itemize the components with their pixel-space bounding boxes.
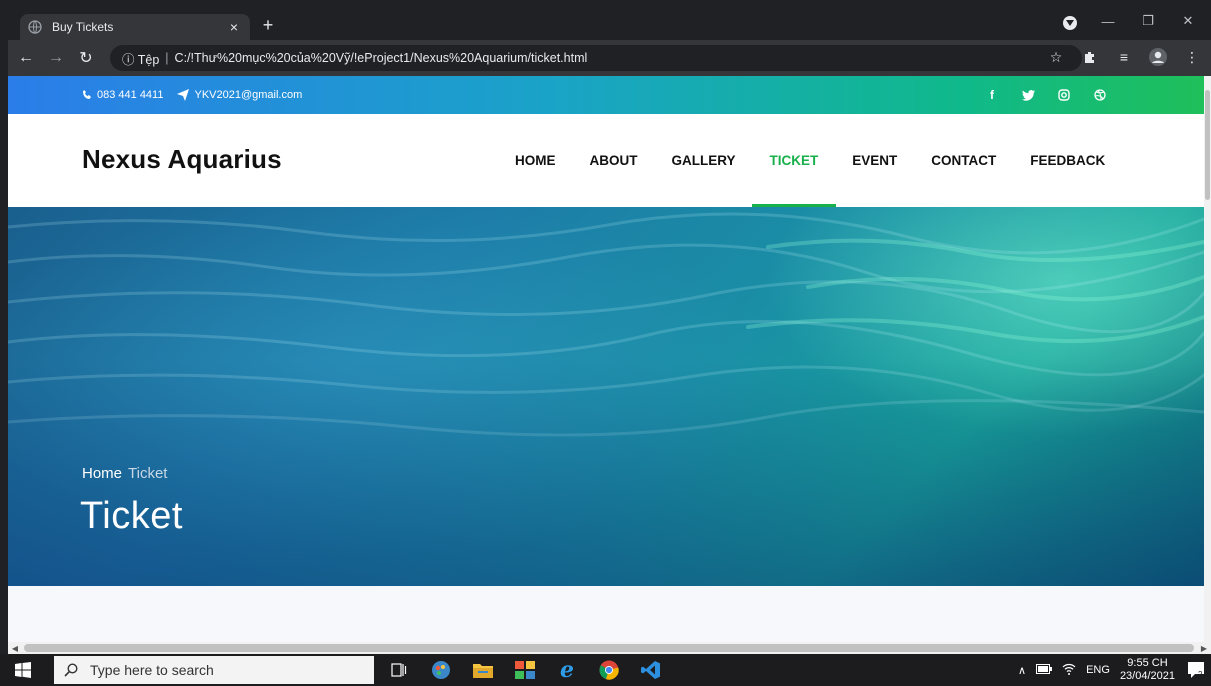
breadcrumb-current: Ticket — [128, 465, 168, 482]
back-icon[interactable]: ← — [14, 46, 38, 70]
notification-count: 2 — [1198, 670, 1203, 679]
page-title: Ticket — [80, 495, 183, 537]
close-window-icon[interactable]: ✕ — [1168, 8, 1208, 34]
nav-event[interactable]: EVENT — [852, 114, 897, 207]
email-address: YKV2021@gmail.com — [194, 89, 303, 101]
new-tab-button[interactable]: + — [258, 14, 278, 36]
bookmark-star-icon[interactable]: ☆ — [1045, 46, 1067, 68]
contact-bar: 083 441 4411 YKV2021@gmail.com f — [8, 76, 1204, 114]
nav-ticket[interactable]: TICKET — [751, 114, 836, 207]
tab-title: Buy Tickets — [52, 20, 114, 34]
windows-start-icon[interactable] — [0, 654, 46, 686]
vscode-icon[interactable] — [640, 659, 662, 681]
nav-feedback[interactable]: FEEDBACK — [1030, 114, 1105, 207]
site-header: Nexus Aquarius HOME ABOUT GALLERY TICKET… — [8, 114, 1204, 207]
main-nav: HOME ABOUT GALLERY TICKET EVENT CONTACT … — [498, 114, 1122, 207]
task-view-icon[interactable] — [388, 659, 410, 681]
phone-number: 083 441 4411 — [97, 89, 164, 101]
address-separator: | — [165, 51, 169, 65]
hero-banner: Home Ticket Ticket — [8, 207, 1204, 586]
horizontal-scroll-thumb[interactable] — [24, 644, 1194, 652]
nav-about[interactable]: ABOUT — [590, 114, 638, 207]
hero-shade — [8, 207, 1204, 586]
sticky-notes-icon[interactable] — [514, 659, 536, 681]
paint-app-icon[interactable] — [430, 659, 452, 681]
notification-icon[interactable]: 2 — [1185, 659, 1207, 681]
wifi-icon[interactable] — [1062, 663, 1076, 678]
breadcrumb: Home Ticket — [82, 465, 167, 482]
nav-contact[interactable]: CONTACT — [931, 114, 996, 207]
facebook-icon[interactable]: f — [983, 86, 1001, 104]
forward-icon[interactable]: → — [44, 46, 68, 70]
taskbar-apps: e — [388, 654, 662, 686]
phone-icon — [83, 90, 91, 99]
vertical-scrollbar[interactable] — [1204, 76, 1211, 642]
windows-taskbar: Type here to search e ∧ ENG 9:55 CH 23/0… — [0, 654, 1211, 686]
search-placeholder: Type here to search — [90, 662, 214, 678]
browser-tabstrip: Buy Tickets × + — ❐ ✕ — [8, 8, 1211, 40]
tab-close-icon[interactable]: × — [226, 19, 242, 35]
toolbar-actions: ☆ ≡ ⋮ — [1045, 46, 1203, 68]
scroll-right-icon[interactable]: ▶ — [1197, 642, 1211, 654]
email-item[interactable]: YKV2021@gmail.com — [177, 89, 302, 101]
chrome-menu-dot-icon[interactable] — [1063, 16, 1077, 30]
internet-explorer-icon[interactable]: e — [556, 657, 578, 683]
page-viewport: 083 441 4411 YKV2021@gmail.com f Nexus A… — [8, 76, 1204, 642]
browser-toolbar: ← → ↻ ⓘ Tệp | C:/!Thư%20mục%20của%20Vỹ/!… — [8, 40, 1211, 76]
screen: Buy Tickets × + — ❐ ✕ ← → ↻ ⓘ Tệp | C:/!… — [0, 0, 1211, 686]
battery-icon[interactable] — [1036, 663, 1053, 677]
nav-home[interactable]: HOME — [515, 114, 556, 207]
address-url[interactable]: C:/!Thư%20mục%20của%20Vỹ/!eProject1/Nexu… — [175, 51, 588, 65]
browser-tab[interactable]: Buy Tickets × — [20, 14, 250, 40]
site-logo[interactable]: Nexus Aquarius — [82, 144, 282, 175]
tray-chevron-icon[interactable]: ∧ — [1018, 664, 1026, 677]
minimize-icon[interactable]: — — [1088, 8, 1128, 34]
taskbar-search[interactable]: Type here to search — [54, 656, 374, 684]
clock[interactable]: 9:55 CH 23/04/2021 — [1120, 657, 1175, 683]
phone-item[interactable]: 083 441 4411 — [82, 89, 163, 101]
instagram-icon[interactable] — [1055, 86, 1073, 104]
breadcrumb-home[interactable]: Home — [82, 465, 122, 482]
chrome-icon[interactable] — [598, 659, 620, 681]
scroll-left-icon[interactable]: ◀ — [8, 642, 22, 654]
contact-info: 083 441 4411 YKV2021@gmail.com — [82, 76, 302, 114]
globe-icon — [28, 20, 42, 34]
nav-gallery[interactable]: GALLERY — [672, 114, 736, 207]
profile-avatar-icon[interactable] — [1147, 46, 1169, 68]
clock-time: 9:55 CH — [1127, 657, 1168, 669]
file-explorer-icon[interactable] — [472, 659, 494, 681]
extensions-icon[interactable] — [1079, 46, 1101, 68]
horizontal-scrollbar[interactable]: ◀ ▶ — [8, 642, 1211, 654]
reading-list-icon[interactable]: ≡ — [1113, 46, 1135, 68]
clock-date: 23/04/2021 — [1119, 670, 1175, 682]
language-indicator[interactable]: ENG — [1086, 664, 1110, 676]
site-info-label[interactable]: ⓘ Tệp — [122, 49, 159, 68]
dribbble-icon[interactable] — [1091, 86, 1109, 104]
restore-icon[interactable]: ❐ — [1128, 8, 1168, 34]
reload-icon[interactable]: ↻ — [74, 46, 98, 70]
address-bar[interactable]: ⓘ Tệp | C:/!Thư%20mục%20của%20Vỹ/!eProje… — [110, 45, 1082, 71]
system-tray: ∧ ENG 9:55 CH 23/04/2021 2 — [1018, 654, 1207, 686]
social-links: f — [983, 76, 1109, 114]
send-icon — [177, 89, 190, 101]
twitter-icon[interactable] — [1019, 86, 1037, 104]
search-icon — [64, 663, 78, 677]
kebab-menu-icon[interactable]: ⋮ — [1181, 46, 1203, 68]
vertical-scroll-thumb[interactable] — [1205, 90, 1210, 200]
